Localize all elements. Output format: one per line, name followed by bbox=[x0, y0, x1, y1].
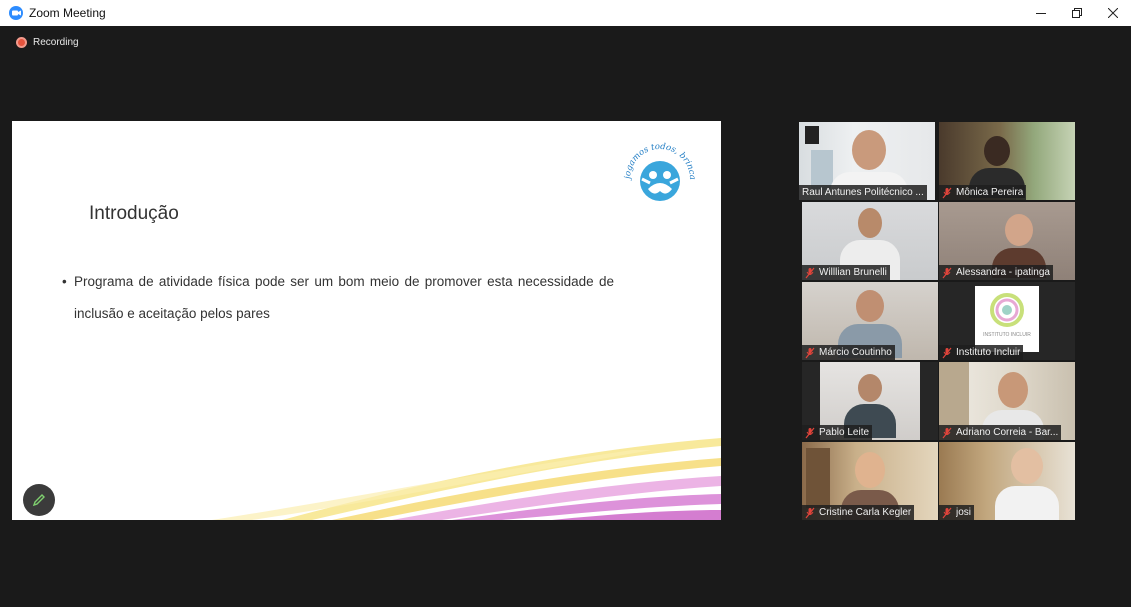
participant-tile[interactable]: Alessandra - ipatinga bbox=[939, 202, 1075, 280]
participant-tile[interactable]: Cristine Carla Kegler bbox=[802, 442, 938, 520]
window-title: Zoom Meeting bbox=[29, 6, 106, 20]
placeholder-text: INSTITUTO INCLUIR bbox=[983, 332, 1031, 338]
participant-name-bar: Mônica Pereira bbox=[939, 185, 1027, 200]
slide-decoration bbox=[212, 438, 721, 520]
microphone-muted-icon bbox=[942, 507, 952, 518]
participant-name-bar: Cristine Carla Kegler bbox=[802, 505, 915, 520]
participant-tile[interactable]: Mônica Pereira bbox=[939, 122, 1075, 200]
participant-tile[interactable]: Raul Antunes Politécnico ... bbox=[799, 122, 935, 200]
participant-name-bar: Alessandra - ipatinga bbox=[939, 265, 1053, 280]
microphone-muted-icon bbox=[942, 267, 952, 278]
participant-name-bar: Márcio Coutinho bbox=[802, 345, 895, 360]
participant-name-bar: Raul Antunes Politécnico ... bbox=[799, 185, 927, 200]
record-icon bbox=[16, 37, 27, 48]
participant-name: Instituto Incluir bbox=[956, 347, 1021, 358]
participant-name: Alessandra - ipatinga bbox=[956, 267, 1050, 278]
close-button[interactable] bbox=[1095, 0, 1131, 26]
participant-name-bar: Pablo Leite bbox=[802, 425, 873, 440]
microphone-muted-icon bbox=[805, 507, 815, 518]
microphone-muted-icon bbox=[942, 347, 952, 358]
participant-tile[interactable]: Márcio Coutinho bbox=[802, 282, 938, 360]
participant-name: josi bbox=[956, 507, 972, 518]
microphone-muted-icon bbox=[942, 187, 952, 198]
participant-tile[interactable]: Willlian Brunelli bbox=[802, 202, 938, 280]
zoom-camera-icon bbox=[9, 6, 23, 20]
participant-tile[interactable]: Adriano Correia - Bar... bbox=[939, 362, 1075, 440]
slide-bullet-text: Programa de atividade física pode ser um… bbox=[74, 274, 614, 321]
participant-name: Cristine Carla Kegler bbox=[819, 507, 912, 518]
slide-logo: jogamos todos, brincamos todos bbox=[616, 126, 700, 218]
minimize-icon bbox=[1036, 13, 1046, 14]
slide-title: Introdução bbox=[89, 203, 179, 224]
participant-name-bar: josi bbox=[939, 505, 975, 520]
close-icon bbox=[1108, 8, 1118, 18]
restore-icon bbox=[1072, 8, 1082, 18]
participant-tile[interactable]: Pablo Leite bbox=[802, 362, 938, 440]
participant-tile[interactable]: INSTITUTO INCLUIR Instituto Incluir bbox=[939, 282, 1075, 360]
microphone-muted-icon bbox=[805, 347, 815, 358]
shared-screen-slide: jogamos todos, brincamos todos Introduçã… bbox=[12, 121, 721, 520]
participant-name: Pablo Leite bbox=[819, 427, 870, 438]
participant-name: Adriano Correia - Bar... bbox=[956, 427, 1059, 438]
participant-name: Willlian Brunelli bbox=[819, 267, 887, 278]
minimize-button[interactable] bbox=[1023, 0, 1059, 26]
participant-name-bar: Adriano Correia - Bar... bbox=[939, 425, 1062, 440]
recording-indicator[interactable]: Recording bbox=[16, 37, 79, 48]
microphone-muted-icon bbox=[805, 427, 815, 438]
microphone-muted-icon bbox=[942, 427, 952, 438]
window-controls bbox=[1023, 0, 1131, 26]
bullet-marker: • bbox=[62, 274, 67, 289]
meeting-stage: Recording jogamos todos, brincamos todos… bbox=[0, 26, 1131, 607]
recording-label: Recording bbox=[33, 37, 79, 48]
annotate-pen-button[interactable] bbox=[23, 484, 55, 516]
restore-button[interactable] bbox=[1059, 0, 1095, 26]
pen-icon bbox=[32, 494, 45, 507]
microphone-muted-icon bbox=[805, 267, 815, 278]
participant-name: Raul Antunes Politécnico ... bbox=[802, 187, 924, 198]
participant-name: Mônica Pereira bbox=[956, 187, 1024, 198]
participant-tile[interactable]: josi bbox=[939, 442, 1075, 520]
participant-name: Márcio Coutinho bbox=[819, 347, 892, 358]
instituto-incluir-logo: INSTITUTO INCLUIR bbox=[975, 286, 1039, 352]
participant-name-bar: Instituto Incluir bbox=[939, 345, 1024, 360]
window-titlebar: Zoom Meeting bbox=[0, 0, 1131, 26]
participant-name-bar: Willlian Brunelli bbox=[802, 265, 890, 280]
